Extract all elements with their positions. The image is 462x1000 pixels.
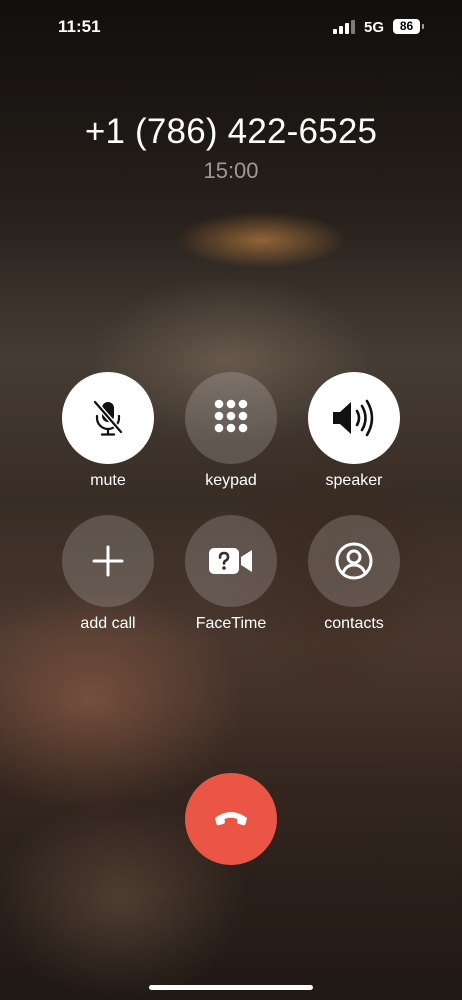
- person-circle-icon: [335, 542, 373, 580]
- speaker-label: speaker: [325, 472, 383, 489]
- speaker-wave-icon: [333, 399, 374, 437]
- mic-slash-icon: [92, 399, 124, 436]
- keypad-icon: [214, 399, 248, 433]
- facetime-button[interactable]: FaceTime: [185, 515, 277, 633]
- mute-label: mute: [90, 472, 126, 489]
- speaker-circle[interactable]: [308, 372, 400, 464]
- mute-button[interactable]: mute: [62, 372, 154, 490]
- contacts-button[interactable]: contacts: [308, 515, 400, 633]
- home-indicator[interactable]: [149, 985, 313, 990]
- add-call-circle[interactable]: [62, 515, 154, 607]
- contacts-circle[interactable]: [308, 515, 400, 607]
- caller-number: +1 (786) 422-6525: [84, 112, 378, 151]
- keypad-circle[interactable]: [185, 372, 277, 464]
- facetime-circle[interactable]: [185, 515, 277, 607]
- facetime-question-icon: [209, 548, 252, 574]
- end-call-button[interactable]: [185, 773, 277, 865]
- facetime-label: FaceTime: [195, 615, 267, 632]
- add-call-label: add call: [80, 615, 136, 632]
- mute-circle[interactable]: [62, 372, 154, 464]
- speaker-button[interactable]: speaker: [308, 372, 400, 490]
- plus-icon: [92, 545, 124, 577]
- network-type: 5G: [364, 19, 385, 36]
- keypad-label: keypad: [205, 472, 257, 489]
- battery-nub: [422, 24, 424, 29]
- call-duration: 15:00: [203, 158, 259, 183]
- cellular-signal-icon: [333, 20, 357, 34]
- phone-down-icon: [215, 812, 247, 826]
- add-call-button[interactable]: add call: [62, 515, 154, 633]
- status-bar-time: 11:51: [58, 17, 101, 36]
- contacts-label: contacts: [324, 615, 384, 632]
- battery-icon: 86: [393, 19, 420, 34]
- battery-level: 86: [399, 19, 414, 33]
- keypad-button[interactable]: keypad: [185, 372, 277, 490]
